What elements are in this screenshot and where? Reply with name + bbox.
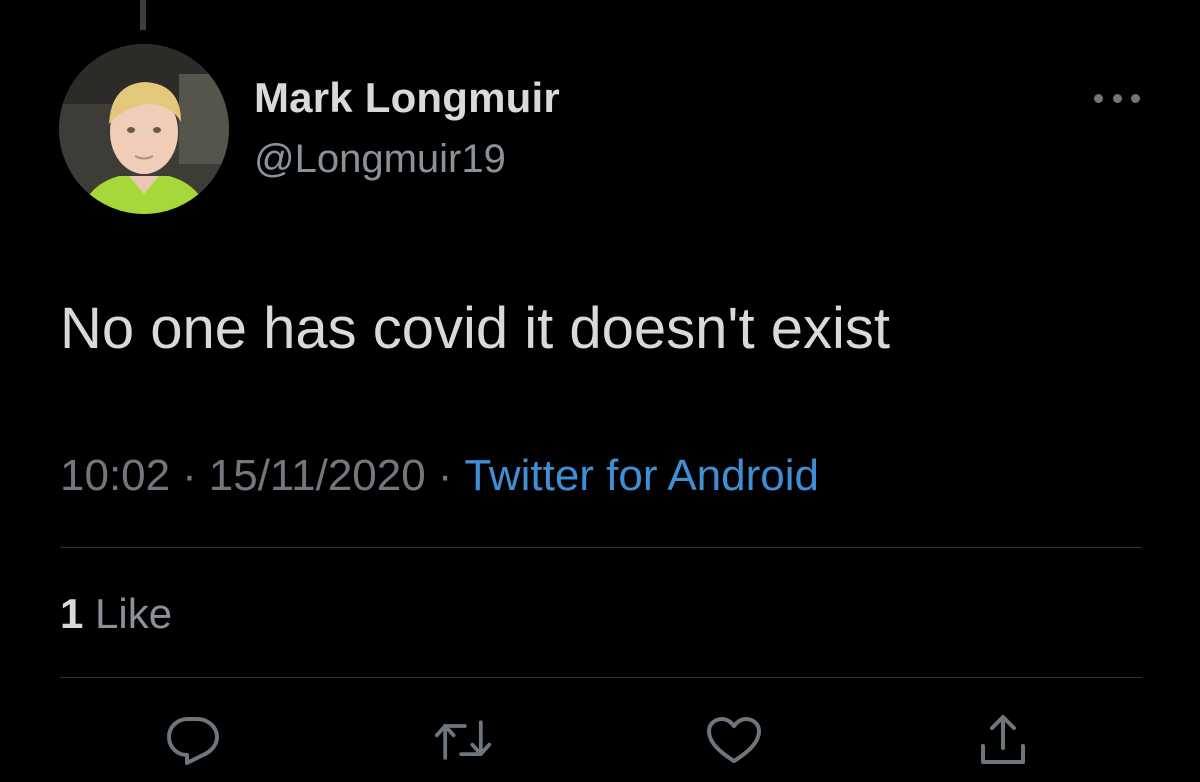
heart-icon xyxy=(707,717,761,763)
divider xyxy=(60,547,1142,548)
author-handle[interactable]: @Longmuir19 xyxy=(254,137,506,182)
like-button[interactable] xyxy=(704,710,764,770)
thread-connector-line xyxy=(140,0,146,30)
likes-label: Like xyxy=(95,590,173,637)
tweet-metadata: 10:02 · 15/11/2020 · Twitter for Android xyxy=(60,451,819,501)
tweet-text: No one has covid it doesn't exist xyxy=(60,296,890,361)
tweet-date[interactable]: 15/11/2020 xyxy=(209,451,426,500)
dot xyxy=(1112,93,1122,103)
avatar[interactable] xyxy=(59,44,229,214)
avatar-image xyxy=(59,44,229,214)
share-button[interactable] xyxy=(973,710,1033,770)
tweet-time[interactable]: 10:02 xyxy=(60,451,170,500)
dot xyxy=(1094,93,1103,103)
dot xyxy=(1131,93,1140,103)
reply-icon xyxy=(167,717,219,765)
likes-summary[interactable]: 1 Like xyxy=(60,590,172,638)
tweet-source-link[interactable]: Twitter for Android xyxy=(464,451,819,500)
meta-separator: · xyxy=(437,451,453,500)
share-icon xyxy=(981,715,1025,764)
reply-button[interactable] xyxy=(163,710,223,770)
author-display-name[interactable]: Mark Longmuir xyxy=(254,74,560,122)
retweet-icon xyxy=(434,720,492,760)
more-options-icon[interactable] xyxy=(1094,88,1140,108)
meta-separator: · xyxy=(182,451,197,500)
retweet-button[interactable] xyxy=(433,710,493,770)
likes-count: 1 xyxy=(60,590,84,637)
divider xyxy=(60,677,1142,678)
